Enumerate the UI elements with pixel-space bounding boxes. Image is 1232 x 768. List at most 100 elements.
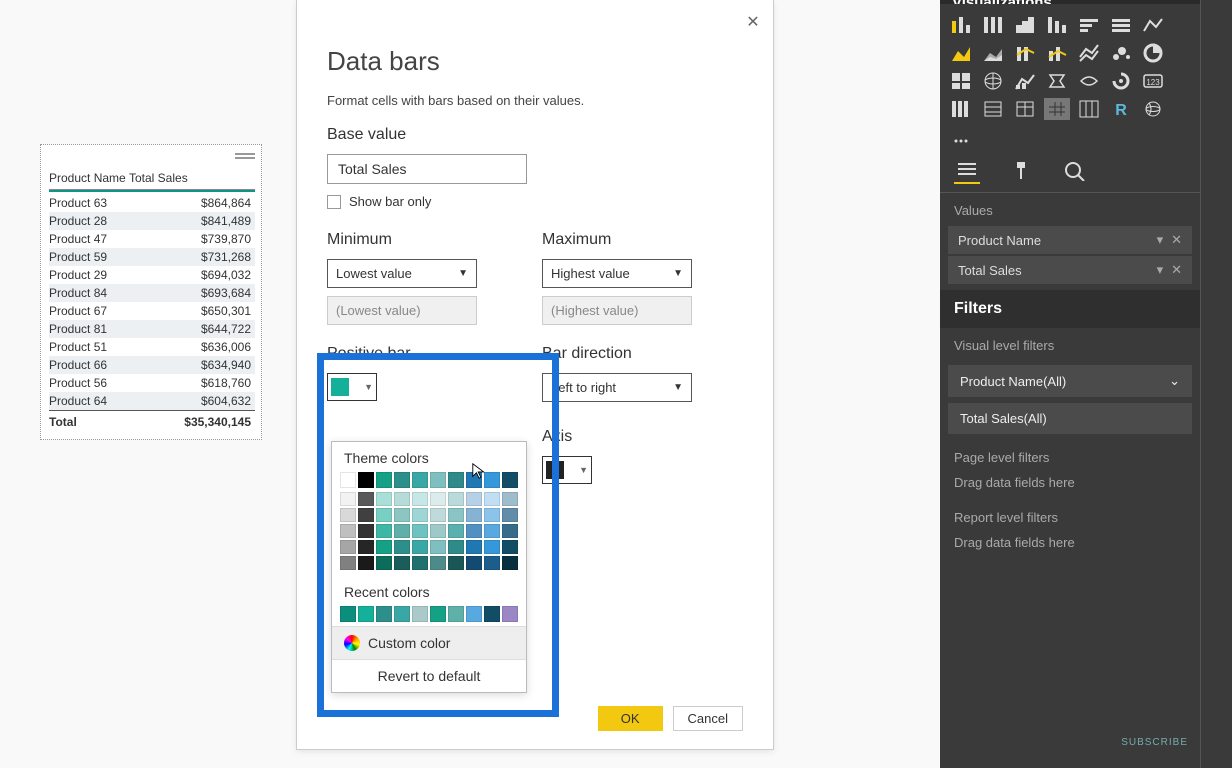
chevron-down-icon[interactable]: ⌄ bbox=[1169, 373, 1180, 389]
color-swatch[interactable] bbox=[358, 540, 374, 554]
analytics-tab[interactable] bbox=[1062, 158, 1088, 184]
cancel-button[interactable]: Cancel bbox=[673, 706, 743, 731]
color-swatch[interactable] bbox=[430, 472, 446, 488]
color-swatch[interactable] bbox=[358, 606, 374, 622]
color-swatch[interactable] bbox=[448, 606, 464, 622]
color-swatch[interactable] bbox=[340, 508, 356, 522]
color-swatch[interactable] bbox=[376, 508, 392, 522]
color-swatch[interactable] bbox=[412, 524, 428, 538]
color-swatch[interactable] bbox=[394, 556, 410, 570]
color-swatch[interactable] bbox=[484, 508, 500, 522]
col-total-sales[interactable]: Total Sales bbox=[129, 171, 188, 185]
viz-type-icon[interactable]: R bbox=[1108, 98, 1134, 120]
color-swatch[interactable] bbox=[340, 472, 356, 488]
viz-type-icon[interactable] bbox=[1108, 42, 1134, 64]
color-swatch[interactable] bbox=[412, 540, 428, 554]
color-swatch[interactable] bbox=[358, 492, 374, 506]
maximum-input[interactable]: (Highest value) bbox=[542, 296, 692, 325]
viz-type-icon[interactable] bbox=[1044, 14, 1070, 36]
page-filters-drop[interactable]: Drag data fields here bbox=[940, 471, 1200, 500]
color-swatch[interactable] bbox=[484, 540, 500, 554]
table-row[interactable]: Product 67$650,301 bbox=[49, 302, 255, 320]
remove-icon[interactable]: ✕ bbox=[1171, 262, 1182, 278]
color-swatch[interactable] bbox=[502, 524, 518, 538]
color-swatch[interactable] bbox=[376, 540, 392, 554]
color-swatch[interactable] bbox=[340, 524, 356, 538]
ok-button[interactable]: OK bbox=[598, 706, 663, 731]
color-swatch[interactable] bbox=[394, 492, 410, 506]
remove-icon[interactable]: ✕ bbox=[1171, 232, 1182, 248]
color-swatch[interactable] bbox=[466, 606, 482, 622]
viz-type-icon[interactable] bbox=[1044, 70, 1070, 92]
viz-type-icon[interactable] bbox=[1012, 98, 1038, 120]
viz-type-icon[interactable] bbox=[1140, 42, 1166, 64]
color-swatch[interactable] bbox=[484, 606, 500, 622]
color-swatch[interactable] bbox=[412, 492, 428, 506]
color-swatch[interactable] bbox=[448, 472, 464, 488]
viz-type-icon[interactable] bbox=[948, 42, 974, 64]
field-pill[interactable]: Total Sales▾✕ bbox=[948, 256, 1192, 284]
color-swatch[interactable] bbox=[340, 556, 356, 570]
color-swatch[interactable] bbox=[484, 472, 500, 488]
viz-type-icon[interactable] bbox=[980, 14, 1006, 36]
color-swatch[interactable] bbox=[358, 472, 374, 488]
color-swatch[interactable] bbox=[466, 472, 482, 488]
color-swatch[interactable] bbox=[484, 492, 500, 506]
color-swatch[interactable] bbox=[376, 472, 392, 488]
revert-default-button[interactable]: Revert to default bbox=[332, 659, 526, 692]
color-swatch[interactable] bbox=[412, 508, 428, 522]
viz-type-icon[interactable] bbox=[948, 98, 974, 120]
report-filters-drop[interactable]: Drag data fields here bbox=[940, 531, 1200, 560]
color-swatch[interactable] bbox=[502, 492, 518, 506]
viz-type-icon[interactable] bbox=[1076, 14, 1102, 36]
color-swatch[interactable] bbox=[376, 492, 392, 506]
viz-type-icon[interactable] bbox=[948, 126, 974, 148]
color-swatch[interactable] bbox=[358, 524, 374, 538]
collapse-strip[interactable] bbox=[1200, 0, 1232, 768]
color-swatch[interactable] bbox=[358, 508, 374, 522]
color-swatch[interactable] bbox=[484, 524, 500, 538]
color-swatch[interactable] bbox=[358, 556, 374, 570]
viz-type-icon[interactable] bbox=[1140, 98, 1166, 120]
viz-type-icon[interactable] bbox=[948, 70, 974, 92]
color-swatch[interactable] bbox=[448, 492, 464, 506]
color-swatch[interactable] bbox=[484, 556, 500, 570]
color-swatch[interactable] bbox=[394, 524, 410, 538]
drag-grip-icon[interactable] bbox=[235, 153, 255, 161]
close-icon[interactable]: ✕ bbox=[743, 12, 763, 32]
viz-type-icon[interactable] bbox=[1076, 70, 1102, 92]
color-swatch[interactable] bbox=[430, 508, 446, 522]
table-row[interactable]: Product 28$841,489 bbox=[49, 212, 255, 230]
color-swatch[interactable] bbox=[430, 492, 446, 506]
viz-type-icon[interactable] bbox=[980, 98, 1006, 120]
field-pill[interactable]: Product Name▾✕ bbox=[948, 226, 1192, 254]
color-swatch[interactable] bbox=[430, 606, 446, 622]
color-swatch[interactable] bbox=[412, 606, 428, 622]
color-swatch[interactable] bbox=[502, 472, 518, 488]
bar-direction-select[interactable]: Left to right ▼ bbox=[542, 373, 692, 402]
color-swatch[interactable] bbox=[394, 540, 410, 554]
table-row[interactable]: Product 64$604,632 bbox=[49, 392, 255, 410]
table-row[interactable]: Product 51$636,006 bbox=[49, 338, 255, 356]
minimum-select[interactable]: Lowest value ▼ bbox=[327, 259, 477, 288]
table-row[interactable]: Product 47$739,870 bbox=[49, 230, 255, 248]
table-row[interactable]: Product 59$731,268 bbox=[49, 248, 255, 266]
viz-type-icon[interactable] bbox=[1076, 98, 1102, 120]
table-row[interactable]: Product 63$864,864 bbox=[49, 194, 255, 212]
color-swatch[interactable] bbox=[502, 556, 518, 570]
table-row[interactable]: Product 29$694,032 bbox=[49, 266, 255, 284]
color-swatch[interactable] bbox=[394, 472, 410, 488]
color-swatch[interactable] bbox=[466, 492, 482, 506]
viz-type-icon[interactable] bbox=[1076, 42, 1102, 64]
viz-type-icon[interactable] bbox=[1044, 98, 1070, 120]
chevron-down-icon[interactable]: ▾ bbox=[1157, 232, 1164, 248]
viz-type-icon[interactable] bbox=[1012, 42, 1038, 64]
color-swatch[interactable] bbox=[448, 540, 464, 554]
minimum-input[interactable]: (Lowest value) bbox=[327, 296, 477, 325]
viz-type-icon[interactable] bbox=[1012, 70, 1038, 92]
color-swatch[interactable] bbox=[412, 556, 428, 570]
color-swatch[interactable] bbox=[502, 508, 518, 522]
viz-type-icon[interactable] bbox=[980, 42, 1006, 64]
color-swatch[interactable] bbox=[466, 556, 482, 570]
base-value-field[interactable]: Total Sales bbox=[327, 154, 527, 184]
